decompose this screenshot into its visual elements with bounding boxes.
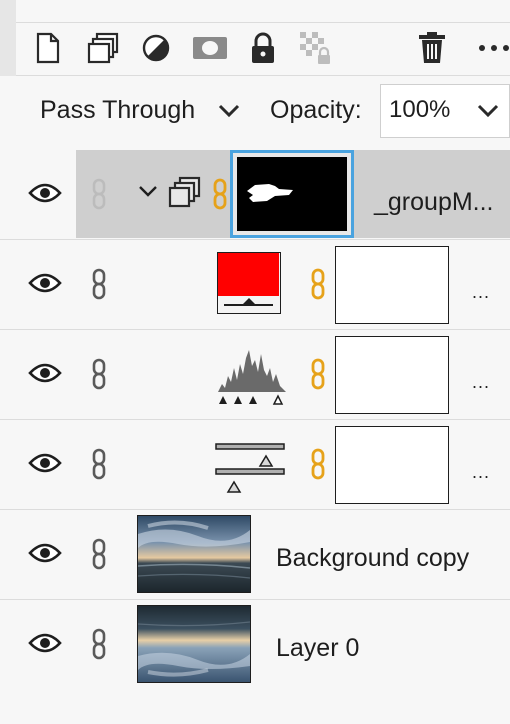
layer-name[interactable]: Background copy [276,544,469,573]
chevron-down-icon[interactable] [477,104,499,123]
layers-toolbar [0,0,510,76]
mask-link-icon[interactable] [212,178,228,215]
layer-mask-thumbnail[interactable] [335,246,449,324]
adjustment-icon[interactable] [138,30,174,66]
chevron-down-icon[interactable] [218,104,240,123]
layer-name[interactable]: _groupM... [374,188,494,217]
layer-row-layer-0[interactable]: Layer 0 [0,600,510,690]
layer-row-levels[interactable]: ... [0,330,510,420]
mask-link-icon[interactable] [310,448,326,485]
eye-icon[interactable] [28,362,62,389]
eye-icon[interactable] [28,632,62,659]
layer-mask-thumbnail[interactable] [335,336,449,414]
blend-options-row: Pass Through Opacity: 100% [0,76,510,151]
layer-row-group[interactable]: _groupM... [0,150,510,240]
mask-link-icon[interactable] [310,268,326,305]
divider [16,22,510,23]
lock-transparency-icon[interactable] [298,30,334,66]
layer-name[interactable]: Layer 0 [276,634,359,663]
layer-name[interactable]: ... [472,372,490,393]
more-icon[interactable] [476,30,510,66]
group-mask-thumbnail[interactable] [230,150,354,238]
layer-name[interactable]: ... [472,462,490,483]
panel-edge [0,0,16,76]
new-layer-icon[interactable] [30,30,66,66]
opacity-value[interactable]: 100% [389,96,450,124]
layer-image-thumbnail[interactable] [137,605,251,683]
lock-icon[interactable] [245,30,281,66]
link-icon[interactable] [90,268,108,305]
levels-histogram-icon[interactable] [216,346,288,411]
layer-row-background-copy[interactable]: Background copy [0,510,510,600]
link-icon[interactable] [90,538,108,575]
solid-color-icon[interactable] [217,252,281,314]
layer-mask-thumbnail[interactable] [335,426,449,504]
color-swatch [218,253,279,296]
link-icon[interactable] [90,448,108,485]
link-icon[interactable] [90,628,108,665]
chevron-down-icon[interactable] [138,184,158,203]
group-icon[interactable] [85,30,121,66]
mask-icon[interactable] [192,30,228,66]
group-folder-icon [168,176,202,215]
mask-fill [237,157,347,231]
layer-row-adjustment[interactable]: ... [0,420,510,510]
swatch-pointer [243,298,255,304]
mask-shape [247,184,293,202]
adjustment-sliders-icon[interactable] [214,440,288,501]
mask-link-icon[interactable] [310,358,326,395]
link-icon[interactable] [90,358,108,395]
eye-icon[interactable] [28,542,62,569]
layer-row-solid-color[interactable]: ... [0,240,510,330]
opacity-field[interactable]: 100% [380,84,510,138]
layer-image-thumbnail[interactable] [137,515,251,593]
opacity-label: Opacity: [270,96,362,124]
link-icon[interactable] [90,178,108,215]
eye-icon[interactable] [28,272,62,299]
eye-icon[interactable] [28,452,62,479]
trash-icon[interactable] [414,30,450,66]
eye-icon[interactable] [28,182,62,209]
blend-mode-dropdown[interactable]: Pass Through [40,96,195,125]
layer-name[interactable]: ... [472,282,490,303]
